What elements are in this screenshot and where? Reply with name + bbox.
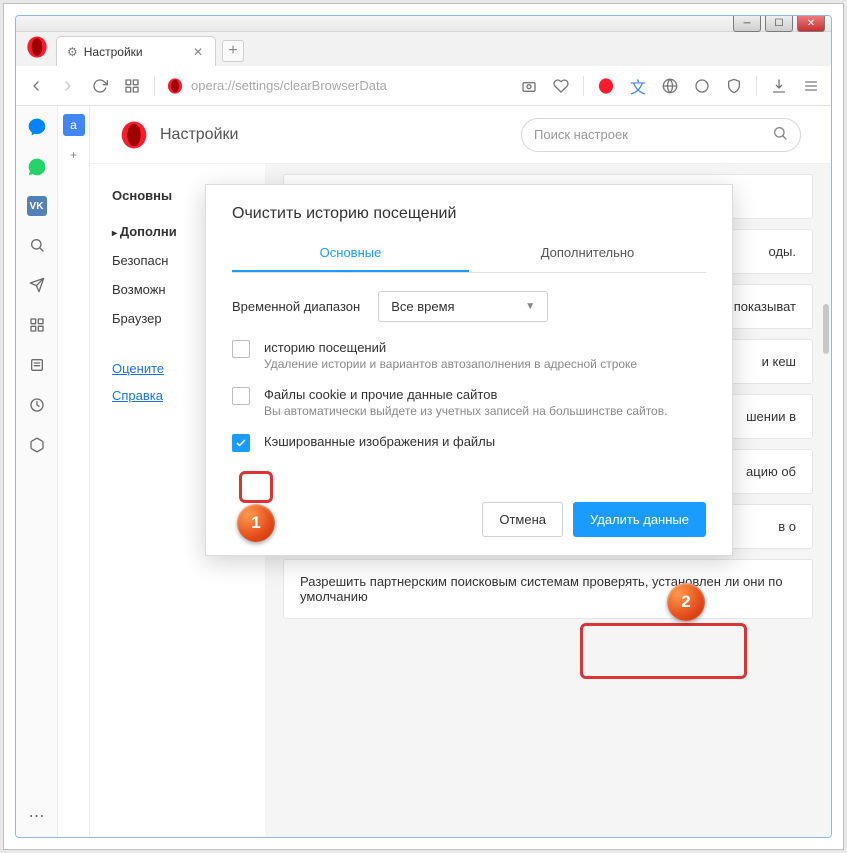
speeddial-small-icon[interactable]	[26, 314, 48, 336]
time-range-select[interactable]: Все время ▼	[378, 291, 548, 322]
checkbox-label: Кэшированные изображения и файлы	[264, 434, 495, 449]
time-range-label: Временной диапазон	[232, 299, 360, 314]
opera-badge-icon	[167, 78, 183, 94]
snapshot-icon[interactable]	[519, 76, 539, 96]
checkbox-history[interactable]	[232, 340, 250, 358]
checkbox-cookies[interactable]	[232, 387, 250, 405]
time-range-value: Все время	[391, 299, 454, 314]
news-icon[interactable]	[26, 354, 48, 376]
annotation-marker-1: 1	[237, 504, 275, 542]
separator	[756, 76, 757, 96]
back-button[interactable]	[26, 76, 46, 96]
translate-icon[interactable]: 文	[628, 76, 648, 96]
checkmark-icon	[235, 437, 247, 449]
more-icon[interactable]: ⋯	[26, 805, 48, 827]
whatsapp-icon[interactable]	[26, 156, 48, 178]
checkbox-row-cache[interactable]: Кэшированные изображения и файлы	[232, 434, 706, 452]
checkbox-sublabel: Удаление истории и вариантов автозаполне…	[264, 357, 637, 371]
new-tab-button[interactable]: +	[222, 40, 244, 62]
checkbox-row-cookies[interactable]: Файлы cookie и прочие данные сайтов Вы а…	[232, 387, 706, 418]
cancel-button[interactable]: Отмена	[482, 502, 563, 537]
tab-title: Настройки	[84, 45, 143, 59]
dialog-tab-basic[interactable]: Основные	[232, 235, 469, 272]
search-icon[interactable]	[26, 234, 48, 256]
annotation-marker-2: 2	[667, 583, 705, 621]
dialog-tab-advanced[interactable]: Дополнительно	[469, 235, 706, 272]
annotation-highlight-2	[580, 623, 747, 679]
checkbox-label: историю посещений	[264, 340, 637, 355]
checkbox-label: Файлы cookie и прочие данные сайтов	[264, 387, 667, 402]
workspace-tabs: а +	[58, 106, 90, 837]
checkbox-sublabel: Вы автоматически выйдете из учетных запи…	[264, 404, 667, 418]
shield-icon[interactable]	[724, 76, 744, 96]
addressbar-actions: 文	[519, 76, 821, 96]
url-field[interactable]: opera://settings/clearBrowserData	[167, 78, 507, 94]
titlebar: ─ ☐ ✕	[16, 16, 831, 32]
window-close-button[interactable]: ✕	[797, 15, 825, 32]
window-controls: ─ ☐ ✕	[733, 15, 825, 32]
gear-icon: ⚙	[67, 45, 78, 59]
separator	[583, 76, 584, 96]
address-bar: opera://settings/clearBrowserData 文	[16, 66, 831, 106]
send-icon[interactable]	[26, 274, 48, 296]
workspace-tab-active[interactable]: а	[63, 114, 85, 136]
window-maximize-button[interactable]: ☐	[765, 15, 793, 32]
clear-data-dialog: Очистить историю посещений Основные Допо…	[205, 184, 733, 556]
checkbox-row-history[interactable]: историю посещений Удаление истории и вар…	[232, 340, 706, 371]
checkbox-cache[interactable]	[232, 434, 250, 452]
opera-icon[interactable]	[596, 76, 616, 96]
speeddial-button[interactable]	[122, 76, 142, 96]
history-icon[interactable]	[26, 394, 48, 416]
tab-strip: ⚙ Настройки ✕ +	[16, 32, 831, 66]
browser-window: ─ ☐ ✕ ⚙ Настройки ✕ + opera:/	[15, 15, 832, 838]
annotation-highlight-1	[239, 471, 273, 503]
easy-setup-icon[interactable]	[801, 76, 821, 96]
downloads-icon[interactable]	[769, 76, 789, 96]
clear-data-button[interactable]: Удалить данные	[573, 502, 706, 537]
vk-icon[interactable]: VK	[27, 196, 47, 216]
time-range-row: Временной диапазон Все время ▼	[232, 291, 706, 322]
browser-tab[interactable]: ⚙ Настройки ✕	[56, 36, 216, 66]
dialog-title: Очистить историю посещений	[232, 205, 706, 223]
reload-button[interactable]	[90, 76, 110, 96]
globe-icon[interactable]	[660, 76, 680, 96]
chevron-down-icon: ▼	[525, 301, 535, 312]
url-text: opera://settings/clearBrowserData	[191, 78, 387, 93]
window-frame: ─ ☐ ✕ ⚙ Настройки ✕ + opera:/	[0, 0, 847, 853]
workspace-add-button[interactable]: +	[63, 144, 85, 166]
extensions-icon[interactable]	[26, 434, 48, 456]
forward-button[interactable]	[58, 76, 78, 96]
dialog-backdrop: Очистить историю посещений Основные Допо…	[90, 106, 831, 837]
opera-menu-button[interactable]	[26, 36, 48, 58]
dialog-tabs: Основные Дополнительно	[232, 235, 706, 273]
separator	[154, 76, 155, 96]
sidebar-rail: VK ⋯	[16, 106, 58, 837]
bookmark-icon[interactable]	[551, 76, 571, 96]
dialog-actions: Отмена Удалить данные	[232, 502, 706, 537]
window-minimize-button[interactable]: ─	[733, 15, 761, 32]
messenger-icon[interactable]	[26, 116, 48, 138]
sync-icon[interactable]	[692, 76, 712, 96]
tab-close-button[interactable]: ✕	[191, 45, 205, 59]
